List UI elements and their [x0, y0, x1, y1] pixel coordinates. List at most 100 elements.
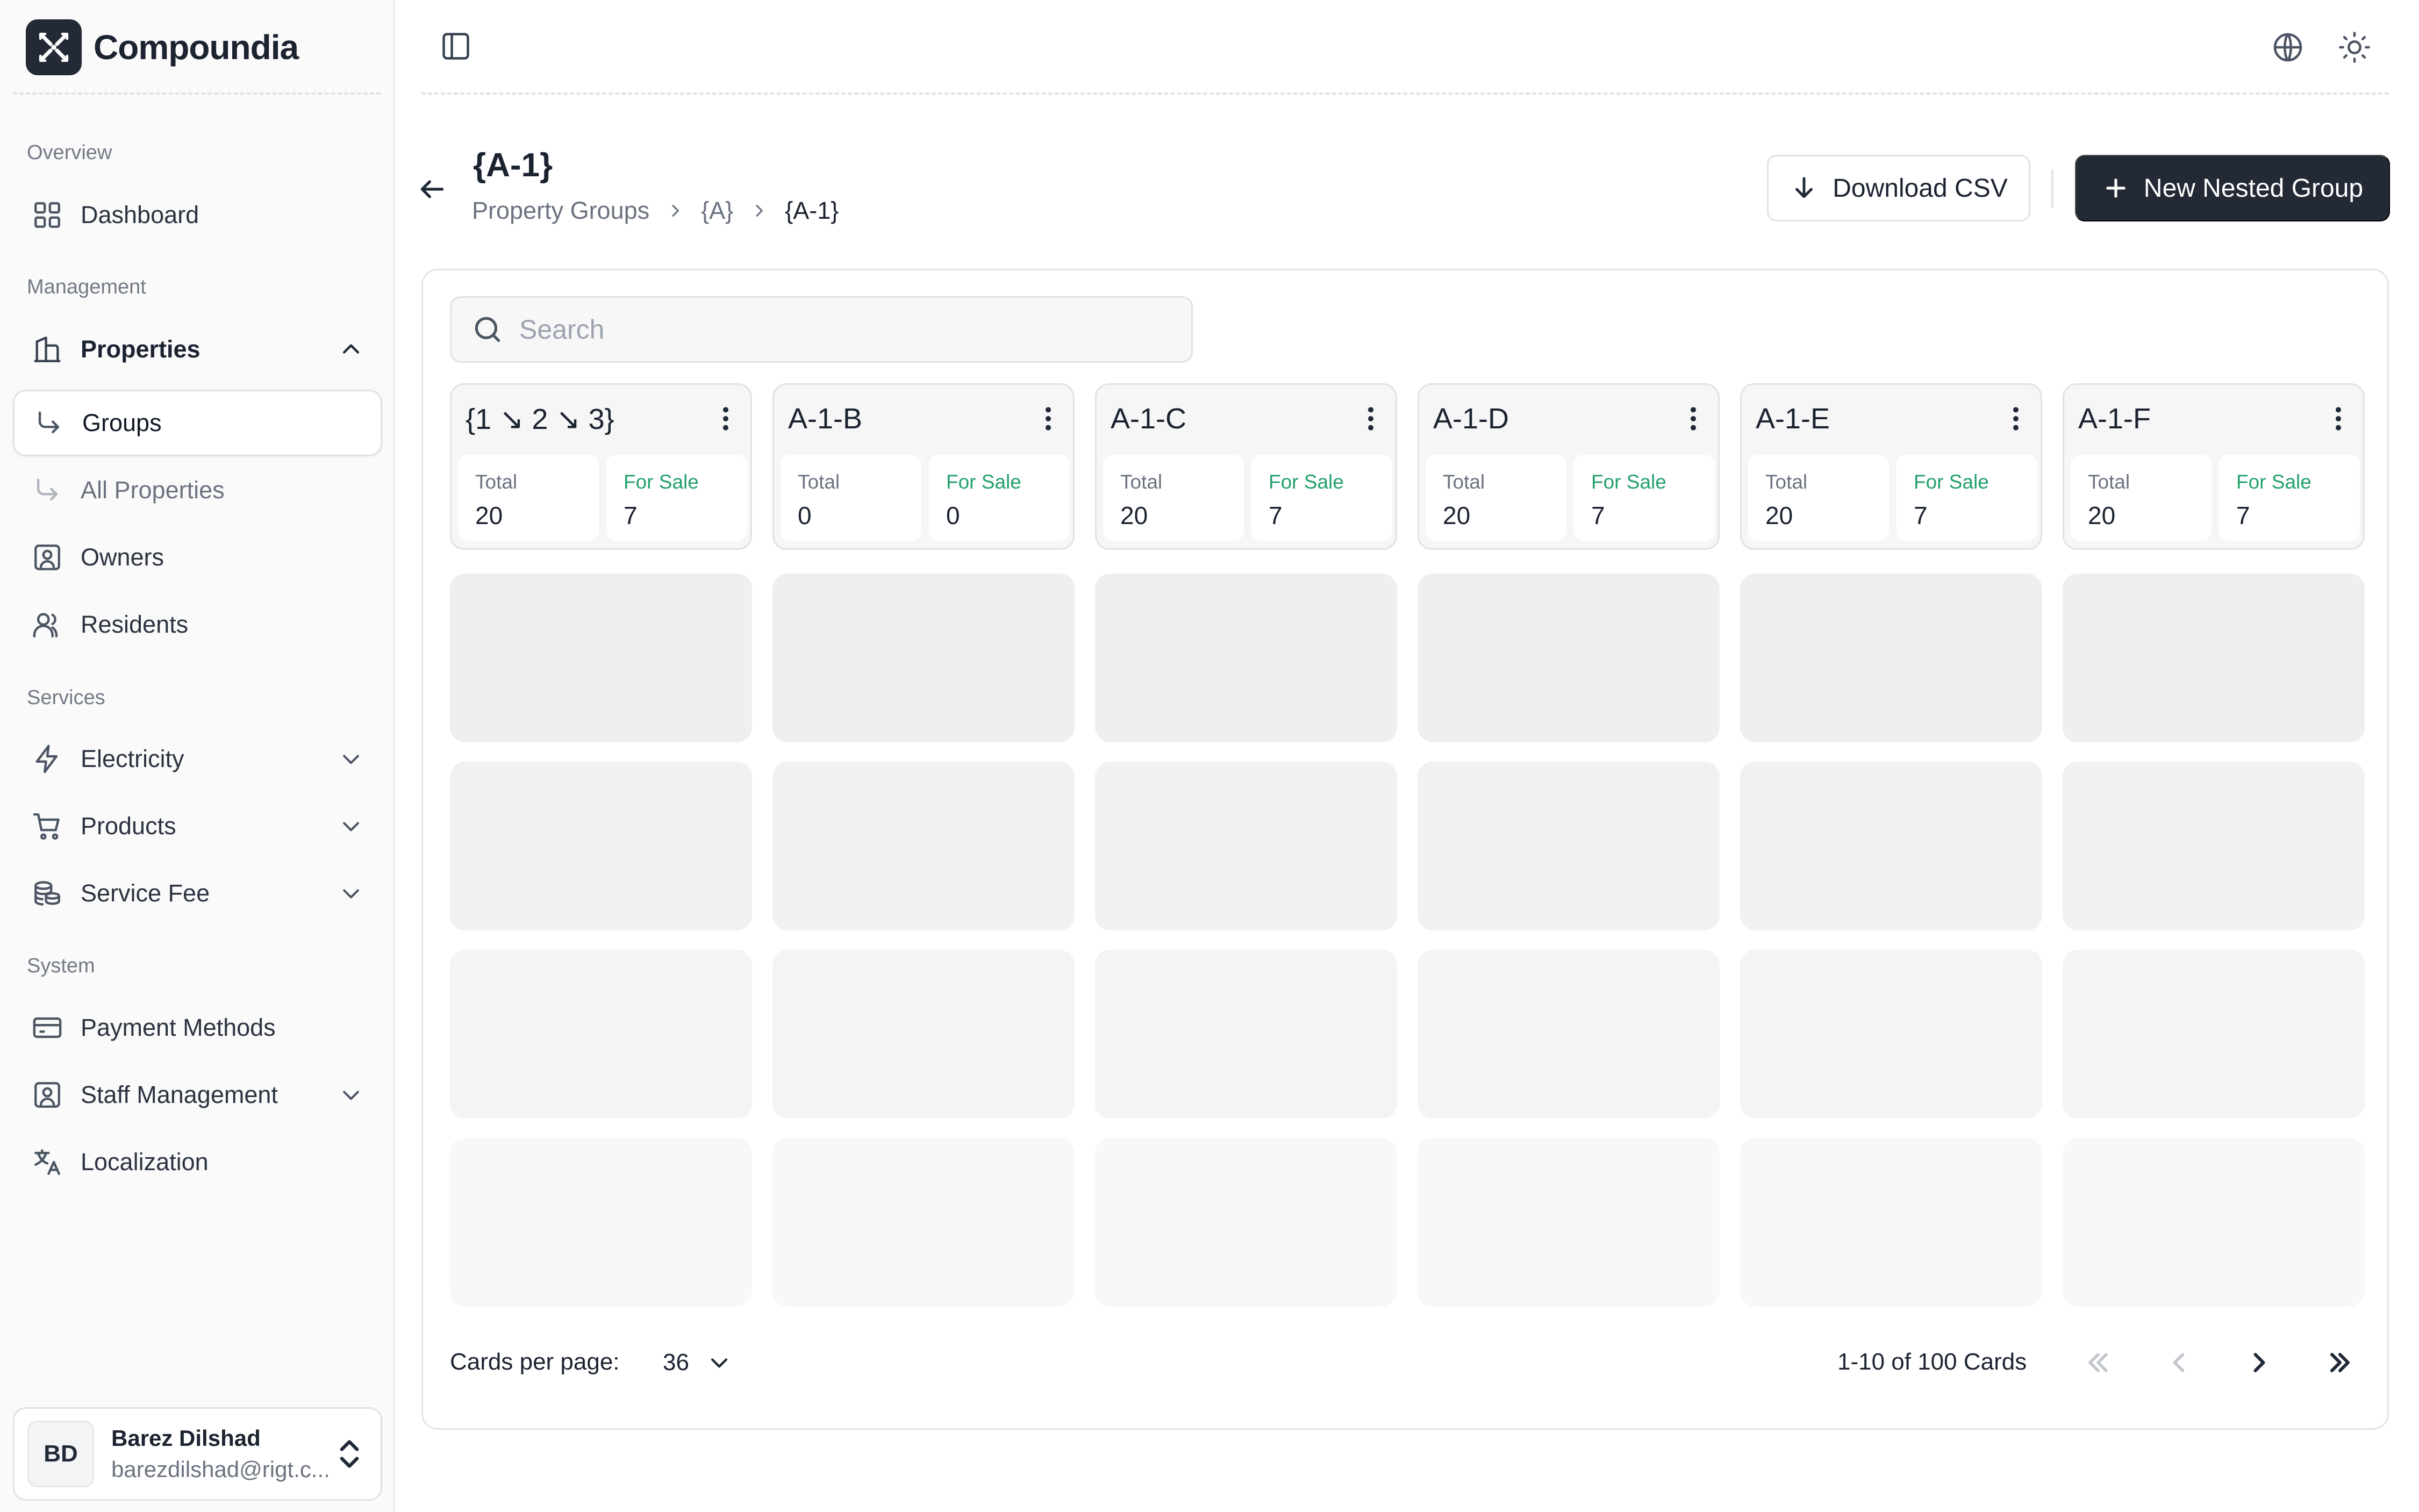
- loading-skeleton-card: [772, 762, 1075, 930]
- sub-arrow-icon: [31, 474, 63, 506]
- stat-for-sale-label: For Sale: [1269, 471, 1344, 493]
- group-card[interactable]: A-1-B Total 0 For Sale 0: [772, 383, 1075, 550]
- more-vertical-icon[interactable]: [1360, 400, 1382, 438]
- building-icon: [31, 333, 63, 366]
- breadcrumb-current: {A-1}: [785, 197, 839, 224]
- sidebar-item-staff-management[interactable]: Staff Management: [13, 1062, 382, 1128]
- sidebar-item-service-fee[interactable]: Service Fee: [13, 860, 382, 927]
- breadcrumb: Property Groups {A} {A-1}: [472, 197, 839, 225]
- loading-skeleton-card: [1095, 574, 1397, 742]
- stat-for-sale-label: For Sale: [946, 471, 1021, 493]
- loading-skeleton-card: [1740, 762, 2042, 930]
- loading-skeleton-card: [1418, 1138, 1720, 1307]
- user-name: Barez Dilshad: [111, 1425, 261, 1451]
- card-title: A-1-F: [2078, 403, 2151, 435]
- more-vertical-icon[interactable]: [2005, 400, 2027, 438]
- section-label-services: Services: [27, 686, 105, 709]
- cards-per-page-select[interactable]: 36: [663, 1341, 731, 1384]
- stat-total: Total 20: [1426, 455, 1566, 541]
- stat-total-value: 20: [1443, 501, 1471, 529]
- sidebar-item-all-properties[interactable]: All Properties: [13, 457, 382, 524]
- chevron-down-icon[interactable]: [336, 878, 366, 908]
- loading-skeleton-card: [2063, 950, 2365, 1119]
- group-card[interactable]: {1 ↘ 2 ↘ 3} Total 20 For Sale 7: [450, 383, 752, 550]
- chevron-up-icon[interactable]: [336, 334, 366, 364]
- sidebar-item-groups[interactable]: Groups: [13, 390, 382, 456]
- sidebar-item-label: Properties: [81, 335, 201, 363]
- sidebar-item-electricity[interactable]: Electricity: [13, 726, 382, 792]
- group-card[interactable]: A-1-D Total 20 For Sale 7: [1418, 383, 1720, 550]
- chevron-down-icon[interactable]: [336, 811, 366, 841]
- breadcrumb-link-property-groups[interactable]: Property Groups: [472, 197, 649, 225]
- chevron-down-icon[interactable]: [336, 1080, 366, 1110]
- sidebar-item-residents[interactable]: Residents: [13, 591, 382, 658]
- chevron-right-icon: [750, 202, 768, 219]
- new-nested-group-button[interactable]: New Nested Group: [2075, 155, 2390, 221]
- pagination: Cards per page: 36 1-10 of 100 Cards: [450, 1341, 2364, 1384]
- stat-total-label: Total: [475, 471, 518, 493]
- stat-for-sale: For Sale 7: [1896, 455, 2037, 541]
- loading-skeleton-card: [772, 574, 1075, 742]
- stat-for-sale-label: For Sale: [624, 471, 699, 493]
- first-page-icon[interactable]: [2079, 1343, 2117, 1382]
- card-title: A-1-C: [1111, 403, 1187, 435]
- group-card[interactable]: A-1-F Total 20 For Sale 7: [2063, 383, 2365, 550]
- sidebar-item-payment-methods[interactable]: Payment Methods: [13, 994, 382, 1061]
- chevron-right-icon: [667, 202, 684, 219]
- header-divider: [421, 92, 2389, 95]
- stat-for-sale-value: 7: [1269, 501, 1283, 529]
- sidebar-item-owners[interactable]: Owners: [13, 524, 382, 591]
- previous-page-icon[interactable]: [2159, 1343, 2198, 1382]
- sidebar-item-localization[interactable]: Localization: [13, 1129, 382, 1195]
- sidebar-item-label: Owners: [81, 543, 164, 571]
- loading-skeleton-card: [2063, 1138, 2365, 1307]
- last-page-icon[interactable]: [2321, 1343, 2359, 1382]
- loading-skeleton-card: [2063, 574, 2365, 742]
- section-label-management: Management: [27, 276, 146, 298]
- back-arrow-icon[interactable]: [415, 172, 449, 206]
- stat-for-sale-value: 0: [946, 501, 960, 529]
- loading-skeleton-card: [1095, 950, 1397, 1119]
- more-vertical-icon[interactable]: [2328, 400, 2349, 438]
- stat-total: Total 20: [458, 455, 599, 541]
- brand[interactable]: Compoundia: [26, 19, 299, 75]
- stat-total-label: Total: [1443, 471, 1485, 493]
- staff-id-icon: [31, 1079, 63, 1111]
- search-box[interactable]: [450, 296, 1193, 363]
- loading-skeleton-card: [1418, 762, 1720, 930]
- sidebar-item-dashboard[interactable]: Dashboard: [13, 182, 382, 248]
- search-input[interactable]: [519, 314, 1164, 345]
- loading-skeleton-card: [1095, 1138, 1397, 1307]
- sidebar-item-properties[interactable]: Properties: [13, 316, 382, 383]
- next-page-icon[interactable]: [2240, 1343, 2279, 1382]
- translate-icon: [31, 1146, 63, 1178]
- sidebar-toggle-icon[interactable]: [439, 29, 473, 63]
- loading-skeleton-card: [1418, 950, 1720, 1119]
- more-vertical-icon[interactable]: [1683, 400, 1704, 438]
- globe-icon[interactable]: [2270, 29, 2306, 66]
- dashboard-grid-icon: [31, 199, 63, 231]
- stat-for-sale: For Sale 7: [606, 455, 747, 541]
- stat-for-sale: For Sale 0: [929, 455, 1070, 541]
- stat-total: Total 20: [2071, 455, 2212, 541]
- group-card[interactable]: A-1-C Total 20 For Sale 7: [1095, 383, 1397, 550]
- section-label-overview: Overview: [27, 141, 112, 164]
- sun-icon[interactable]: [2336, 29, 2373, 66]
- more-vertical-icon[interactable]: [715, 400, 736, 438]
- download-csv-button[interactable]: Download CSV: [1767, 155, 2030, 221]
- sidebar-item-label: Products: [81, 812, 176, 840]
- users-icon: [31, 608, 63, 641]
- chevrons-up-down-icon[interactable]: [334, 1432, 364, 1475]
- sidebar-item-label: Service Fee: [81, 879, 210, 907]
- loading-skeleton-card: [450, 950, 752, 1119]
- loading-skeleton-card: [772, 1138, 1075, 1307]
- new-nested-group-label: New Nested Group: [2143, 174, 2364, 203]
- breadcrumb-link-a[interactable]: {A}: [701, 197, 733, 225]
- stat-for-sale-value: 7: [1591, 501, 1605, 529]
- group-card[interactable]: A-1-E Total 20 For Sale 7: [1740, 383, 2042, 550]
- more-vertical-icon[interactable]: [1037, 400, 1059, 438]
- sidebar-item-products[interactable]: Products: [13, 793, 382, 859]
- loading-skeleton-card: [1740, 950, 2042, 1119]
- user-menu[interactable]: BD Barez Dilshad barezdilshad@rigt.c...: [13, 1407, 382, 1501]
- chevron-down-icon[interactable]: [336, 744, 366, 774]
